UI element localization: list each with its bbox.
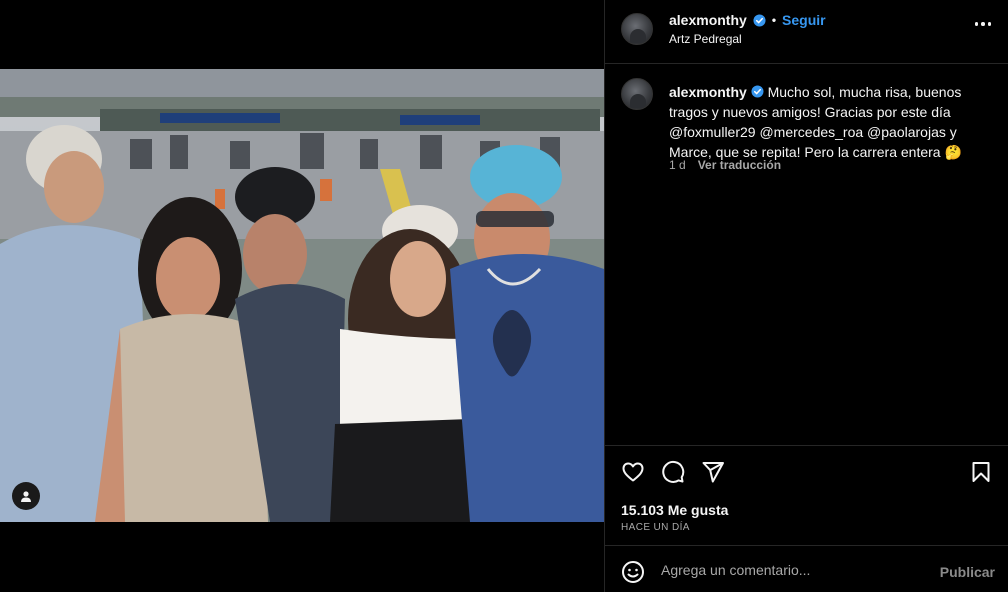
separator-dot: •: [771, 13, 777, 27]
comment-input[interactable]: [661, 558, 921, 582]
likes-count[interactable]: 15.103 Me gusta: [621, 502, 728, 518]
more-options-icon[interactable]: [974, 22, 991, 26]
header-user-row: alexmonthy • Seguir: [669, 12, 826, 28]
emoji-icon[interactable]: [621, 560, 645, 584]
follow-button[interactable]: Seguir: [782, 12, 826, 28]
post-media: [0, 0, 604, 592]
avatar[interactable]: [621, 78, 653, 110]
tagged-users-button[interactable]: [12, 482, 40, 510]
post-date[interactable]: HACE UN DÍA: [621, 522, 690, 533]
location-link[interactable]: Artz Pedregal: [669, 32, 742, 46]
post-actions: 15.103 Me gusta HACE UN DÍA: [605, 445, 1008, 545]
translate-button[interactable]: Ver traducción: [698, 158, 781, 172]
verified-badge-icon: [753, 13, 766, 27]
post-side-panel: alexmonthy • Seguir Artz Pedregal alexmo…: [604, 0, 1008, 592]
heart-icon[interactable]: [621, 460, 645, 484]
publish-button[interactable]: Publicar: [940, 564, 995, 580]
bookmark-icon[interactable]: [969, 460, 993, 484]
post-header: alexmonthy • Seguir Artz Pedregal: [605, 0, 1008, 64]
user-tag-icon: [21, 491, 31, 502]
comment-bar: Publicar: [605, 545, 1008, 592]
comment-icon[interactable]: [661, 460, 685, 484]
username-link[interactable]: alexmonthy: [669, 12, 747, 28]
caption-time[interactable]: 1 d: [669, 158, 686, 172]
avatar[interactable]: [621, 13, 653, 45]
verified-badge-icon: [751, 85, 764, 98]
post-photo[interactable]: [0, 69, 604, 522]
caption-username[interactable]: alexmonthy: [669, 84, 747, 100]
caption-text: alexmonthy Mucho sol, mucha risa, buenos…: [669, 82, 999, 162]
caption-meta: 1 d Ver traducción: [669, 158, 781, 172]
share-icon[interactable]: [701, 460, 725, 484]
